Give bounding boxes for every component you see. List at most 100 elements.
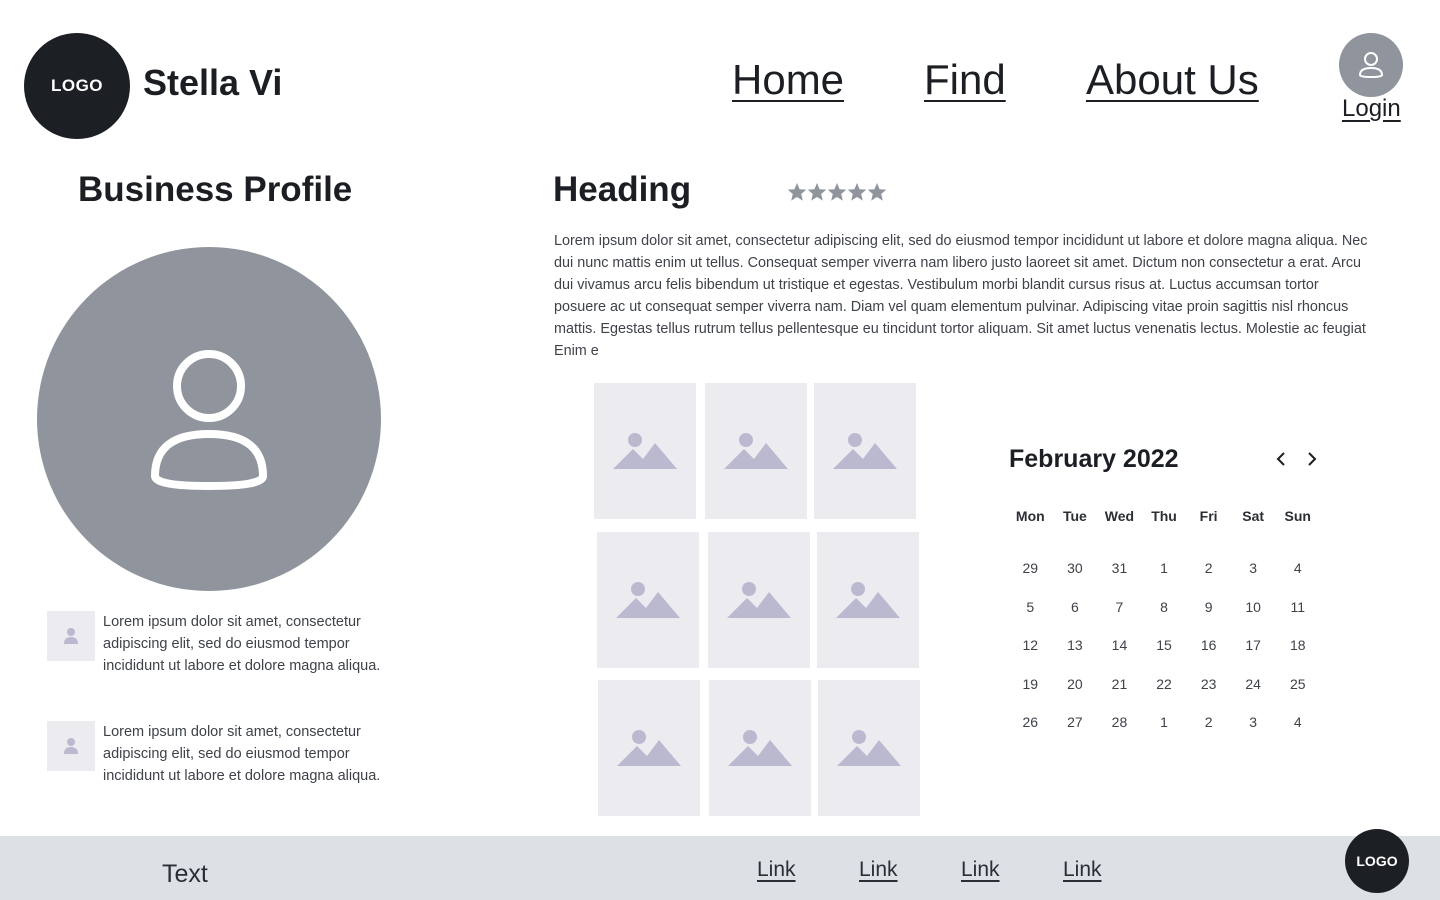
description-paragraph: Lorem ipsum dolor sit amet, consectetur … bbox=[554, 233, 1368, 359]
calendar-day[interactable]: 7 bbox=[1097, 599, 1142, 615]
gallery-image[interactable] bbox=[818, 680, 920, 816]
user-icon bbox=[64, 738, 78, 754]
gallery-image[interactable] bbox=[814, 383, 916, 519]
calendar-day[interactable]: 1 bbox=[1142, 560, 1187, 576]
avatar-thumbnail bbox=[47, 721, 95, 771]
calendar-day[interactable]: 30 bbox=[1053, 560, 1098, 576]
footer-text: Text bbox=[162, 860, 208, 888]
calendar-week-row: 19 20 21 22 23 24 25 bbox=[1008, 665, 1320, 704]
login-link[interactable]: Login bbox=[1342, 95, 1401, 123]
calendar-day[interactable]: 25 bbox=[1275, 676, 1320, 692]
calendar-day[interactable]: 27 bbox=[1053, 714, 1098, 730]
chevron-left-icon bbox=[1276, 452, 1285, 466]
weekday-label: Sun bbox=[1284, 508, 1311, 524]
star-rating bbox=[787, 181, 887, 203]
image-placeholder-icon bbox=[727, 582, 791, 618]
gallery-image[interactable] bbox=[708, 532, 810, 668]
gallery-image[interactable] bbox=[817, 532, 919, 668]
calendar-day[interactable]: 28 bbox=[1097, 714, 1142, 730]
list-item-text: Lorem ipsum dolor sit amet, consectetur … bbox=[103, 614, 381, 674]
weekday-label: Sat bbox=[1242, 508, 1265, 524]
logo[interactable]: LOGO bbox=[24, 33, 130, 139]
calendar-day[interactable]: 13 bbox=[1053, 637, 1098, 653]
footer-logo-text: LOGO bbox=[1356, 853, 1398, 869]
calendar-day[interactable]: 24 bbox=[1231, 676, 1276, 692]
user-icon bbox=[150, 350, 268, 491]
calendar-day[interactable]: 16 bbox=[1186, 637, 1231, 653]
star-icon bbox=[827, 183, 847, 201]
gallery-image[interactable] bbox=[598, 680, 700, 816]
calendar-day[interactable]: 14 bbox=[1097, 637, 1142, 653]
nav-home-link[interactable]: Home bbox=[732, 56, 844, 104]
image-placeholder-icon bbox=[617, 730, 681, 766]
calendar-day[interactable]: 11 bbox=[1275, 599, 1320, 615]
calendar-day[interactable]: 6 bbox=[1053, 599, 1098, 615]
calendar-day[interactable]: 15 bbox=[1142, 637, 1187, 653]
calendar-day[interactable]: 19 bbox=[1008, 676, 1053, 692]
calendar-day[interactable]: 17 bbox=[1231, 637, 1276, 653]
calendar-week-row: 26 27 28 1 2 3 4 bbox=[1008, 703, 1320, 742]
gallery-image[interactable] bbox=[594, 383, 696, 519]
avatar-thumbnail bbox=[47, 611, 95, 661]
nav-find-link[interactable]: Find bbox=[924, 56, 1006, 104]
image-placeholder-icon bbox=[837, 730, 901, 766]
calendar-day[interactable]: 2 bbox=[1186, 560, 1231, 576]
calendar-day[interactable]: 5 bbox=[1008, 599, 1053, 615]
footer-link[interactable]: Link bbox=[757, 858, 796, 882]
gallery-image[interactable] bbox=[597, 532, 699, 668]
calendar-day[interactable]: 9 bbox=[1186, 599, 1231, 615]
calendar-next-button[interactable] bbox=[1301, 448, 1323, 470]
calendar-day[interactable]: 4 bbox=[1275, 714, 1320, 730]
footer-link[interactable]: Link bbox=[961, 858, 1000, 882]
calendar-day[interactable]: 23 bbox=[1186, 676, 1231, 692]
calendar-day[interactable]: 31 bbox=[1097, 560, 1142, 576]
star-icon bbox=[867, 183, 887, 201]
image-placeholder-icon bbox=[836, 582, 900, 618]
footer-link[interactable]: Link bbox=[1063, 858, 1102, 882]
calendar-day[interactable]: 29 bbox=[1008, 560, 1053, 576]
login-avatar[interactable] bbox=[1339, 33, 1403, 97]
chevron-right-icon bbox=[1308, 452, 1317, 466]
profile-avatar bbox=[37, 247, 381, 591]
business-profile-title: Business Profile bbox=[78, 170, 353, 209]
nav-about-us-link[interactable]: About Us bbox=[1086, 56, 1259, 104]
calendar-day[interactable]: 21 bbox=[1097, 676, 1142, 692]
image-placeholder-icon bbox=[616, 582, 680, 618]
calendar-week-row: 12 13 14 15 16 17 18 bbox=[1008, 626, 1320, 665]
calendar-week-row: 29 30 31 1 2 3 4 bbox=[1008, 549, 1320, 588]
image-placeholder-icon bbox=[833, 433, 897, 469]
calendar-day[interactable]: 3 bbox=[1231, 560, 1276, 576]
star-icon bbox=[847, 183, 867, 201]
calendar-month-title: February 2022 bbox=[1009, 445, 1179, 473]
footer-link[interactable]: Link bbox=[859, 858, 898, 882]
gallery-image[interactable] bbox=[709, 680, 811, 816]
weekday-label: Tue bbox=[1062, 508, 1087, 524]
gallery-image[interactable] bbox=[705, 383, 807, 519]
calendar-day[interactable]: 2 bbox=[1186, 714, 1231, 730]
calendar-day[interactable]: 18 bbox=[1275, 637, 1320, 653]
calendar-weekday-row: Mon Tue Wed Thu Fri Sat Sun bbox=[1008, 505, 1320, 527]
list-item-text: Lorem ipsum dolor sit amet, consectetur … bbox=[103, 724, 381, 784]
weekday-label: Mon bbox=[1015, 508, 1045, 524]
image-placeholder-icon bbox=[724, 433, 788, 469]
calendar-prev-button[interactable] bbox=[1270, 448, 1292, 470]
calendar-day[interactable]: 8 bbox=[1142, 599, 1187, 615]
weekday-label: Thu bbox=[1151, 508, 1177, 524]
footer: Text Link Link Link Link bbox=[0, 836, 1440, 900]
star-icon bbox=[807, 183, 827, 201]
calendar-day[interactable]: 12 bbox=[1008, 637, 1053, 653]
user-icon bbox=[1358, 52, 1384, 79]
brand-name: Stella Vi bbox=[143, 62, 283, 103]
calendar-day[interactable]: 20 bbox=[1053, 676, 1098, 692]
calendar-day[interactable]: 22 bbox=[1142, 676, 1187, 692]
calendar-day[interactable]: 26 bbox=[1008, 714, 1053, 730]
user-icon bbox=[64, 628, 78, 644]
image-placeholder-icon bbox=[728, 730, 792, 766]
calendar-day[interactable]: 3 bbox=[1231, 714, 1276, 730]
calendar-grid: Mon Tue Wed Thu Fri Sat Sun 29 30 31 1 2… bbox=[1008, 505, 1320, 742]
footer-logo[interactable]: LOGO bbox=[1345, 829, 1409, 893]
calendar-day[interactable]: 4 bbox=[1275, 560, 1320, 576]
calendar-day[interactable]: 1 bbox=[1142, 714, 1187, 730]
weekday-label: Fri bbox=[1199, 508, 1218, 524]
calendar-day[interactable]: 10 bbox=[1231, 599, 1276, 615]
